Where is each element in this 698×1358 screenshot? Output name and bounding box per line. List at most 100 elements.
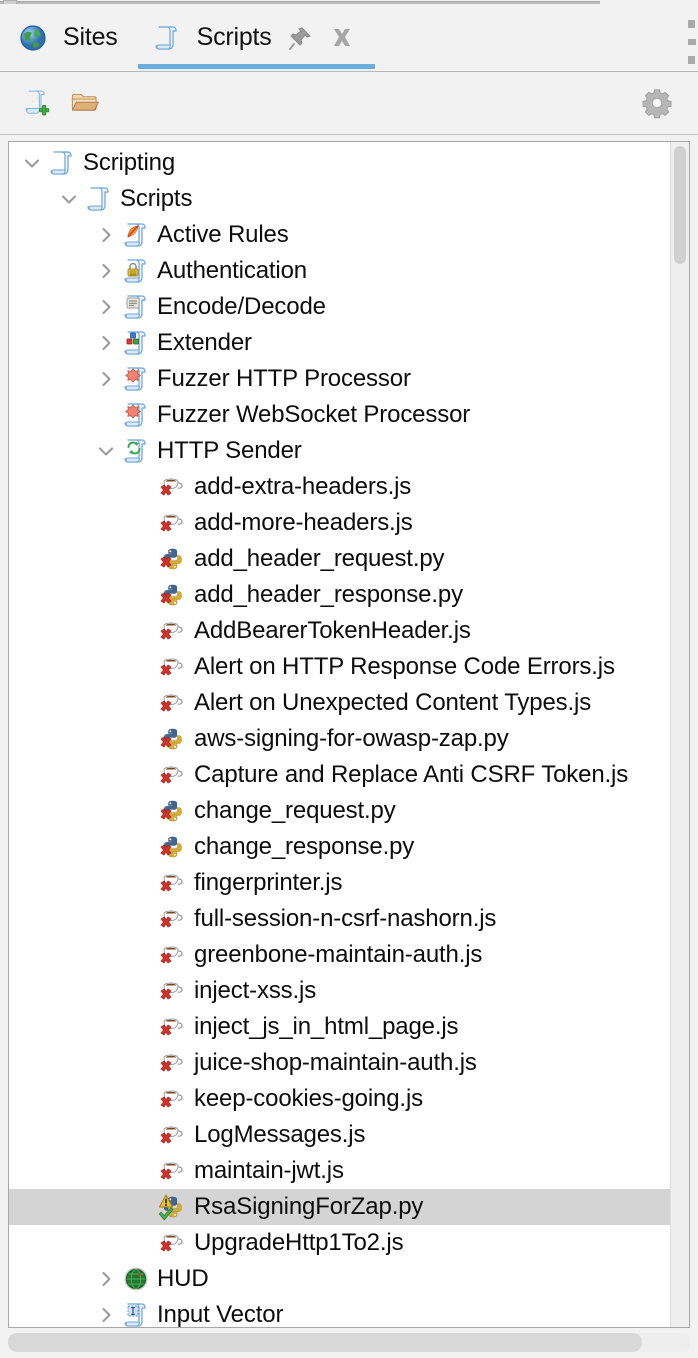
close-x-icon[interactable] [327, 23, 357, 53]
chevron-down-icon[interactable] [54, 182, 84, 216]
tree-row-label: full-session-n-csrf-nashorn.js [194, 907, 496, 931]
tree-row[interactable]: Fuzzer HTTP Processor [9, 361, 670, 397]
tree-twisty-empty [128, 1082, 158, 1116]
chevron-right-icon[interactable] [91, 1298, 121, 1327]
tree-row-selected[interactable]: RsaSigningForZap.py [9, 1189, 670, 1225]
tree-twisty-empty [128, 506, 158, 540]
tree-row-label: Scripts [120, 187, 192, 211]
chevron-right-icon[interactable] [91, 254, 121, 288]
tree-twisty-empty [128, 938, 158, 972]
js-disabled-icon [158, 1048, 188, 1078]
input-vector-icon [121, 1300, 151, 1327]
load-script-button[interactable] [64, 80, 112, 126]
tree-twisty-empty [128, 722, 158, 756]
tree-row[interactable]: Fuzzer WebSocket Processor [9, 397, 670, 433]
js-disabled-icon [158, 1012, 188, 1042]
tree-row-label: greenbone-maintain-auth.js [194, 943, 482, 967]
chevron-right-icon[interactable] [91, 1262, 121, 1296]
js-disabled-icon [158, 508, 188, 538]
js-disabled-icon [158, 652, 188, 682]
tree-row[interactable]: keep-cookies-going.js [9, 1081, 670, 1117]
tree-row-label: inject-xss.js [194, 979, 316, 1003]
tree-row-label: fingerprinter.js [194, 871, 342, 895]
tree-twisty-empty [128, 1118, 158, 1152]
tree-row-label: Authentication [157, 259, 307, 283]
tree-row[interactable]: add_header_request.py [9, 541, 670, 577]
tree-twisty-empty [128, 1226, 158, 1260]
tab-overflow-mark-2 [688, 39, 696, 45]
tree-twisty-empty [128, 758, 158, 792]
scripts-panel: Sites Scripts [0, 0, 698, 1358]
tree-row[interactable]: change_request.py [9, 793, 670, 829]
new-script-icon [22, 88, 52, 118]
tree-vertical-scrollbar[interactable] [670, 142, 689, 1327]
tree-row[interactable]: inject_js_in_html_page.js [9, 1009, 670, 1045]
tree-row[interactable]: HTTP Sender [9, 433, 670, 469]
tree-row-label: UpgradeHttp1To2.js [194, 1231, 403, 1255]
tree-row[interactable]: maintain-jwt.js [9, 1153, 670, 1189]
tree-row-label: RsaSigningForZap.py [194, 1195, 423, 1219]
tree-row-label: Encode/Decode [157, 295, 326, 319]
chevron-down-icon[interactable] [17, 146, 47, 180]
tree-row[interactable]: Alert on Unexpected Content Types.js [9, 685, 670, 721]
tree-row[interactable]: AddBearerTokenHeader.js [9, 613, 670, 649]
tree-row-label: Capture and Replace Anti CSRF Token.js [194, 763, 628, 787]
tree-row[interactable]: add-extra-headers.js [9, 469, 670, 505]
tab-sites[interactable]: Sites [0, 6, 134, 69]
chevron-right-icon[interactable] [91, 362, 121, 396]
open-folder-icon [70, 88, 100, 118]
tree-row[interactable]: LogMessages.js [9, 1117, 670, 1153]
tree-horizontal-scrollbar[interactable] [8, 1333, 690, 1352]
tree-horizontal-scroll-thumb[interactable] [8, 1333, 642, 1352]
tree-twisty-empty [91, 398, 121, 432]
tree-row[interactable]: HUD [9, 1261, 670, 1297]
tree-row[interactable]: inject-xss.js [9, 973, 670, 1009]
script-tree-pane: Scripting Scripts Active Rules Authenticati… [8, 141, 690, 1328]
tree-twisty-empty [128, 470, 158, 504]
encode-decode-icon [121, 292, 151, 322]
py-disabled-icon [158, 796, 188, 826]
tree-row-label: HTTP Sender [157, 439, 302, 463]
tree-row[interactable]: Authentication [9, 253, 670, 289]
js-disabled-icon [158, 868, 188, 898]
options-button[interactable] [636, 80, 684, 126]
chevron-right-icon[interactable] [91, 326, 121, 360]
tree-row[interactable]: aws-signing-for-owasp-zap.py [9, 721, 670, 757]
tree-row-label: maintain-jwt.js [194, 1159, 344, 1183]
tree-row[interactable]: Extender [9, 325, 670, 361]
tree-row-label: Input Vector [157, 1303, 283, 1327]
py-disabled-icon [158, 724, 188, 754]
chevron-right-icon[interactable] [91, 218, 121, 252]
tab-scripts-label: Scripts [197, 23, 272, 52]
tree-row[interactable]: fingerprinter.js [9, 865, 670, 901]
tree-row[interactable]: greenbone-maintain-auth.js [9, 937, 670, 973]
tree-row[interactable]: Scripting [9, 145, 670, 181]
tree-row-label: Alert on Unexpected Content Types.js [194, 691, 591, 715]
py-disabled-icon [158, 832, 188, 862]
chevron-down-icon[interactable] [91, 434, 121, 468]
tree-row[interactable]: UpgradeHttp1To2.js [9, 1225, 670, 1261]
tree-row[interactable]: Input Vector [9, 1297, 670, 1327]
tree-row[interactable]: add_header_response.py [9, 577, 670, 613]
py-disabled-icon [158, 580, 188, 610]
tab-scripts[interactable]: Scripts [134, 6, 379, 69]
tree-row[interactable]: juice-shop-maintain-auth.js [9, 1045, 670, 1081]
pin-icon[interactable] [285, 23, 315, 53]
tree-twisty-empty [128, 578, 158, 612]
tree-row[interactable]: Alert on HTTP Response Code Errors.js [9, 649, 670, 685]
tree-row[interactable]: change_response.py [9, 829, 670, 865]
authentication-icon [121, 256, 151, 286]
tree-row[interactable]: Active Rules [9, 217, 670, 253]
tree-row[interactable]: Capture and Replace Anti CSRF Token.js [9, 757, 670, 793]
window-drag-handle[interactable] [3, 0, 17, 4]
chevron-right-icon[interactable] [91, 290, 121, 324]
new-script-button[interactable] [16, 80, 64, 126]
tree-vertical-scroll-thumb[interactable] [674, 146, 686, 264]
tree-row-label: add_header_response.py [194, 583, 463, 607]
tab-overflow-controls[interactable] [688, 14, 698, 70]
window-divider [0, 1, 600, 4]
tree-row[interactable]: Encode/Decode [9, 289, 670, 325]
tree-row[interactable]: full-session-n-csrf-nashorn.js [9, 901, 670, 937]
tree-row[interactable]: add-more-headers.js [9, 505, 670, 541]
tree-row[interactable]: Scripts [9, 181, 670, 217]
